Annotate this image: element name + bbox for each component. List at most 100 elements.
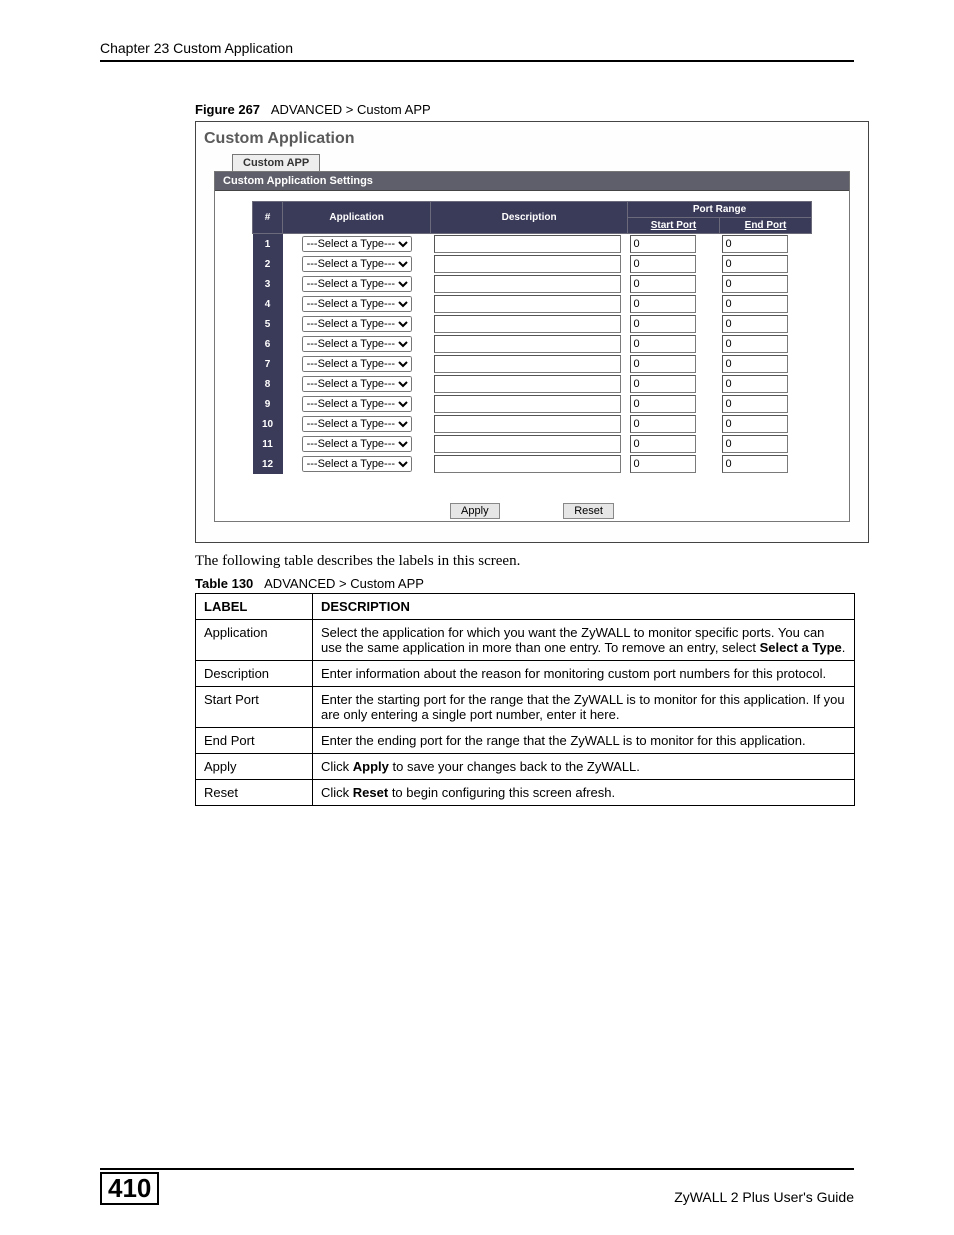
application-select[interactable]: ---Select a Type--- bbox=[302, 276, 412, 292]
row-number: 7 bbox=[253, 354, 283, 374]
section-bar: Custom Application Settings bbox=[215, 172, 849, 191]
start-port-input[interactable] bbox=[630, 435, 696, 453]
col-application: Application bbox=[283, 202, 431, 234]
application-select[interactable]: ---Select a Type--- bbox=[302, 376, 412, 392]
figure-number: Figure 267 bbox=[195, 102, 260, 117]
button-row: Apply Reset bbox=[215, 482, 849, 521]
application-select[interactable]: ---Select a Type--- bbox=[302, 416, 412, 432]
screenshot-panel: Custom Application Custom APP Custom App… bbox=[195, 121, 869, 543]
description-cell: Enter the starting port for the range th… bbox=[313, 687, 855, 728]
description-input[interactable] bbox=[434, 355, 621, 373]
row-number: 9 bbox=[253, 394, 283, 414]
end-port-input[interactable] bbox=[722, 455, 788, 473]
description-input[interactable] bbox=[434, 235, 621, 253]
col-num: # bbox=[253, 202, 283, 234]
end-port-input[interactable] bbox=[722, 355, 788, 373]
application-select[interactable]: ---Select a Type--- bbox=[302, 436, 412, 452]
row-number: 12 bbox=[253, 454, 283, 474]
end-port-input[interactable] bbox=[722, 395, 788, 413]
description-input[interactable] bbox=[434, 435, 621, 453]
table-row: 4---Select a Type--- bbox=[253, 294, 812, 314]
label-cell: Description bbox=[196, 661, 313, 687]
row-number: 10 bbox=[253, 414, 283, 434]
start-port-input[interactable] bbox=[630, 295, 696, 313]
description-input[interactable] bbox=[434, 295, 621, 313]
panel-title: Custom Application bbox=[204, 130, 862, 148]
table-row: ApplicationSelect the application for wh… bbox=[196, 620, 855, 661]
application-select[interactable]: ---Select a Type--- bbox=[302, 236, 412, 252]
end-port-input[interactable] bbox=[722, 295, 788, 313]
table-caption: Table 130 ADVANCED > Custom APP bbox=[195, 576, 854, 591]
row-number: 8 bbox=[253, 374, 283, 394]
start-port-input[interactable] bbox=[630, 455, 696, 473]
application-select[interactable]: ---Select a Type--- bbox=[302, 296, 412, 312]
end-port-input[interactable] bbox=[722, 235, 788, 253]
settings-grid: # Application Description Port Range Sta… bbox=[252, 201, 812, 474]
start-port-input[interactable] bbox=[630, 395, 696, 413]
start-port-input[interactable] bbox=[630, 355, 696, 373]
start-port-input[interactable] bbox=[630, 275, 696, 293]
start-port-input[interactable] bbox=[630, 335, 696, 353]
table-row: 10 ---Select a Type--- bbox=[253, 414, 812, 434]
description-input[interactable] bbox=[434, 255, 621, 273]
table-row: 8 ---Select a Type--- bbox=[253, 374, 812, 394]
label-cell: Application bbox=[196, 620, 313, 661]
end-port-input[interactable] bbox=[722, 435, 788, 453]
table-row: 1---Select a Type--- bbox=[253, 234, 812, 255]
desc-head-label: LABEL bbox=[196, 594, 313, 620]
application-select[interactable]: ---Select a Type--- bbox=[302, 256, 412, 272]
col-startport: Start Port bbox=[627, 218, 719, 234]
start-port-input[interactable] bbox=[630, 235, 696, 253]
application-select[interactable]: ---Select a Type--- bbox=[302, 396, 412, 412]
figure-caption-text: ADVANCED > Custom APP bbox=[271, 102, 431, 117]
row-number: 11 bbox=[253, 434, 283, 454]
desc-head-description: DESCRIPTION bbox=[313, 594, 855, 620]
application-select[interactable]: ---Select a Type--- bbox=[302, 316, 412, 332]
table-row: End PortEnter the ending port for the ra… bbox=[196, 728, 855, 754]
label-cell: End Port bbox=[196, 728, 313, 754]
description-input[interactable] bbox=[434, 455, 621, 473]
page-number: 410 bbox=[100, 1172, 159, 1205]
col-description: Description bbox=[431, 202, 628, 234]
apply-button[interactable]: Apply bbox=[450, 503, 500, 519]
table-number: Table 130 bbox=[195, 576, 253, 591]
reset-button[interactable]: Reset bbox=[563, 503, 614, 519]
end-port-input[interactable] bbox=[722, 315, 788, 333]
table-row: 12 ---Select a Type--- bbox=[253, 454, 812, 474]
start-port-input[interactable] bbox=[630, 375, 696, 393]
description-input[interactable] bbox=[434, 335, 621, 353]
row-number: 2 bbox=[253, 254, 283, 274]
end-port-input[interactable] bbox=[722, 255, 788, 273]
col-portrange: Port Range bbox=[627, 202, 811, 218]
table-row: 6 ---Select a Type--- bbox=[253, 334, 812, 354]
table-row: ResetClick Reset to begin configuring th… bbox=[196, 780, 855, 806]
end-port-input[interactable] bbox=[722, 375, 788, 393]
col-endport: End Port bbox=[719, 218, 811, 234]
description-input[interactable] bbox=[434, 415, 621, 433]
end-port-input[interactable] bbox=[722, 335, 788, 353]
description-input[interactable] bbox=[434, 275, 621, 293]
table-row: 2 ---Select a Type--- bbox=[253, 254, 812, 274]
description-input[interactable] bbox=[434, 315, 621, 333]
start-port-input[interactable] bbox=[630, 415, 696, 433]
footer: 410 ZyWALL 2 Plus User's Guide bbox=[100, 1168, 854, 1205]
end-port-input[interactable] bbox=[722, 415, 788, 433]
table-row: 5---Select a Type--- bbox=[253, 314, 812, 334]
intro-text: The following table describes the labels… bbox=[195, 553, 854, 570]
application-select[interactable]: ---Select a Type--- bbox=[302, 456, 412, 472]
tab-custom-app[interactable]: Custom APP bbox=[232, 154, 320, 171]
start-port-input[interactable] bbox=[630, 315, 696, 333]
table-row: 9 ---Select a Type--- bbox=[253, 394, 812, 414]
start-port-input[interactable] bbox=[630, 255, 696, 273]
application-select[interactable]: ---Select a Type--- bbox=[302, 356, 412, 372]
table-caption-text: ADVANCED > Custom APP bbox=[264, 576, 424, 591]
application-select[interactable]: ---Select a Type--- bbox=[302, 336, 412, 352]
end-port-input[interactable] bbox=[722, 275, 788, 293]
guide-name: ZyWALL 2 Plus User's Guide bbox=[674, 1189, 854, 1205]
row-number: 6 bbox=[253, 334, 283, 354]
description-cell: Select the application for which you wan… bbox=[313, 620, 855, 661]
description-input[interactable] bbox=[434, 375, 621, 393]
row-number: 3 bbox=[253, 274, 283, 294]
tab-body: Custom Application Settings # Applicatio… bbox=[214, 171, 850, 522]
description-input[interactable] bbox=[434, 395, 621, 413]
